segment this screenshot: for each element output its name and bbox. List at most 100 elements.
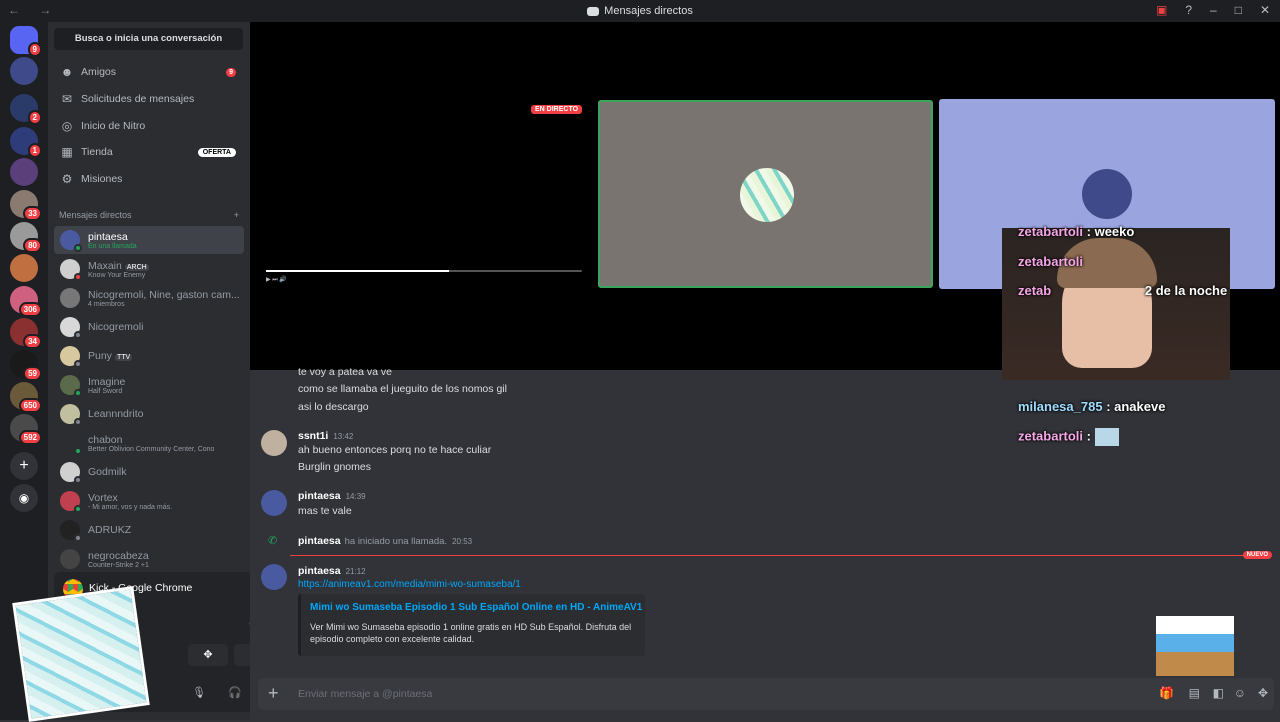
offer-badge: OFERTA bbox=[197, 147, 236, 157]
sidebar-item-nitro[interactable]: ◎ Inicio de Nitro bbox=[54, 114, 244, 138]
dm-item[interactable]: Leannndrito bbox=[54, 400, 244, 428]
avatar[interactable] bbox=[261, 490, 287, 516]
message-link[interactable]: https://animeav1.com/media/mimi-wo-sumas… bbox=[298, 579, 521, 590]
sidebar-item-message-requests[interactable]: ✉ Solicitudes de mensajes bbox=[54, 87, 244, 111]
avatar bbox=[60, 346, 82, 368]
avatar bbox=[60, 288, 80, 308]
avatar bbox=[60, 520, 82, 542]
sidebar-item-quests[interactable]: ⚙ Misiones bbox=[54, 167, 244, 191]
add-attachment-icon[interactable]: + bbox=[268, 683, 279, 704]
message-text: asi lo descargo bbox=[298, 401, 369, 413]
message-text: Burglin gnomes bbox=[298, 461, 371, 473]
sticker-image bbox=[1156, 616, 1234, 676]
apps-icon[interactable]: ✥ bbox=[1258, 686, 1268, 700]
server-icon[interactable]: 1 bbox=[10, 127, 42, 158]
friends-icon: ☻ bbox=[60, 65, 74, 79]
dm-item[interactable]: pintaesa En una llamada bbox=[54, 226, 244, 254]
avatar bbox=[60, 549, 80, 569]
avatar bbox=[740, 168, 794, 222]
server-icon[interactable]: 306 bbox=[10, 286, 42, 317]
server-icon[interactable] bbox=[10, 254, 38, 282]
stream-progress bbox=[266, 270, 450, 272]
avatar bbox=[1082, 169, 1132, 219]
dm-item[interactable]: Nicogremoli, Nine, gaston cam... 4 miembr… bbox=[54, 284, 244, 312]
stream-controls[interactable]: ▶ ⏭ 🔊 bbox=[266, 276, 582, 284]
message-author[interactable]: pintaesa 21:12 bbox=[298, 565, 366, 577]
avatar bbox=[60, 491, 82, 513]
dm-item[interactable]: Imagine Half Sword bbox=[54, 371, 244, 399]
shop-icon: ▦ bbox=[61, 145, 73, 159]
sidebar-item-friends[interactable]: ☻ Amigos 9 bbox=[54, 60, 244, 84]
server-icon[interactable]: 2 bbox=[10, 94, 42, 125]
dm-item[interactable]: Puny TTV bbox=[54, 342, 244, 370]
clan-tag: ARCH bbox=[124, 263, 149, 271]
phone-icon: ✆ bbox=[268, 535, 278, 547]
new-divider bbox=[290, 555, 1272, 556]
close-button[interactable]: ✕ bbox=[1260, 3, 1270, 17]
avatar bbox=[60, 375, 82, 397]
avatar bbox=[60, 433, 82, 455]
stream-progress-track[interactable] bbox=[266, 270, 582, 272]
embed-title[interactable]: Mimi wo Sumaseba Episodio 1 Sub Español … bbox=[310, 602, 642, 613]
search-input[interactable]: Busca o inicia una conversación bbox=[54, 28, 243, 50]
discover-icon[interactable]: ◉ bbox=[10, 484, 38, 512]
mic-icon[interactable]: 🎙 bbox=[192, 686, 206, 699]
gif-icon[interactable]: ▤ bbox=[1189, 686, 1200, 700]
sticker-icon[interactable]: ◧ bbox=[1213, 686, 1224, 700]
stream-chat-line: milanesa_785 : anakeve bbox=[1018, 399, 1166, 414]
avatar bbox=[60, 404, 82, 426]
mail-icon: ✉ bbox=[61, 92, 73, 106]
dm-item[interactable]: Nicogremoli bbox=[54, 313, 244, 341]
dm-item[interactable]: Godmilk bbox=[54, 458, 244, 486]
home-button[interactable]: 9 bbox=[10, 26, 42, 57]
create-dm-button[interactable]: + bbox=[234, 210, 239, 220]
dm-header: Mensajes directos bbox=[59, 210, 132, 220]
avatar bbox=[60, 230, 82, 252]
server-icon[interactable] bbox=[10, 57, 38, 85]
add-server-icon[interactable]: + bbox=[10, 452, 38, 480]
discord-icon bbox=[587, 6, 600, 16]
server-icon[interactable]: 592 bbox=[10, 414, 42, 445]
avatar[interactable] bbox=[261, 430, 287, 456]
server-icon[interactable]: 650 bbox=[10, 382, 42, 413]
dm-item[interactable]: Vortex - Mi amor, vos y nada más. bbox=[54, 487, 244, 515]
server-icon[interactable]: 59 bbox=[10, 350, 42, 381]
nitro-icon: ◎ bbox=[61, 119, 73, 133]
stream-chat-line: zetab 2 de la noche bbox=[1018, 283, 1228, 298]
dm-item[interactable]: ADRUKZ bbox=[54, 516, 244, 544]
sidebar-item-shop[interactable]: ▦ Tienda OFERTA bbox=[54, 140, 244, 164]
dm-item[interactable]: Maxain ARCH Know Your Enemy bbox=[54, 255, 244, 283]
new-badge: NUEVO bbox=[1242, 551, 1272, 559]
embed-description: Ver Mimi wo Sumaseba episodio 1 online g… bbox=[310, 622, 632, 644]
participant-tile[interactable] bbox=[598, 100, 933, 288]
server-icon[interactable] bbox=[10, 158, 38, 186]
gift-icon[interactable]: 🎁 bbox=[1159, 686, 1174, 700]
main-content: ▶ ⏭ 🔊 EN DIRECTO zetabartoli : weeko zet… bbox=[250, 22, 1280, 720]
maximize-button[interactable]: □ bbox=[1235, 3, 1242, 17]
dm-item[interactable]: negrocabeza Counter-Strike 2 +1 bbox=[54, 545, 244, 573]
inbox-icon[interactable]: ▣ bbox=[1156, 3, 1167, 17]
message-text: ah bueno entonces porq no te hace culiar bbox=[298, 444, 492, 456]
server-icon[interactable]: 33 bbox=[10, 190, 42, 221]
emoji-icon[interactable]: ☺ bbox=[1234, 686, 1246, 700]
server-icon[interactable]: 80 bbox=[10, 222, 42, 253]
message-author[interactable]: pintaesa 14:39 bbox=[298, 490, 366, 502]
message-text: te voy a patea va ve bbox=[298, 366, 392, 378]
window-title: Mensajes directos bbox=[604, 5, 693, 18]
avatar bbox=[60, 462, 82, 484]
minimize-button[interactable]: – bbox=[1210, 3, 1217, 17]
message-author[interactable]: ssnt1i 13:42 bbox=[298, 430, 353, 442]
message-text: como se llamaba el jueguito de los nomos… bbox=[298, 383, 507, 395]
help-icon[interactable]: ? bbox=[1185, 3, 1192, 17]
activity-button[interactable]: ✥ bbox=[188, 644, 228, 666]
server-icon[interactable]: 34 bbox=[10, 318, 42, 349]
dm-item[interactable]: chabon Better Oblivion Community Center, … bbox=[54, 429, 244, 457]
friends-badge: 9 bbox=[226, 67, 236, 77]
quests-icon: ⚙ bbox=[61, 172, 73, 186]
live-badge: EN DIRECTO bbox=[531, 105, 583, 114]
stream-chat-line: zetabartoli bbox=[1018, 254, 1084, 269]
headphones-icon[interactable]: 🎧 bbox=[228, 686, 242, 699]
floating-image bbox=[12, 586, 150, 722]
avatar[interactable] bbox=[261, 564, 287, 590]
message-input[interactable] bbox=[298, 678, 1118, 710]
